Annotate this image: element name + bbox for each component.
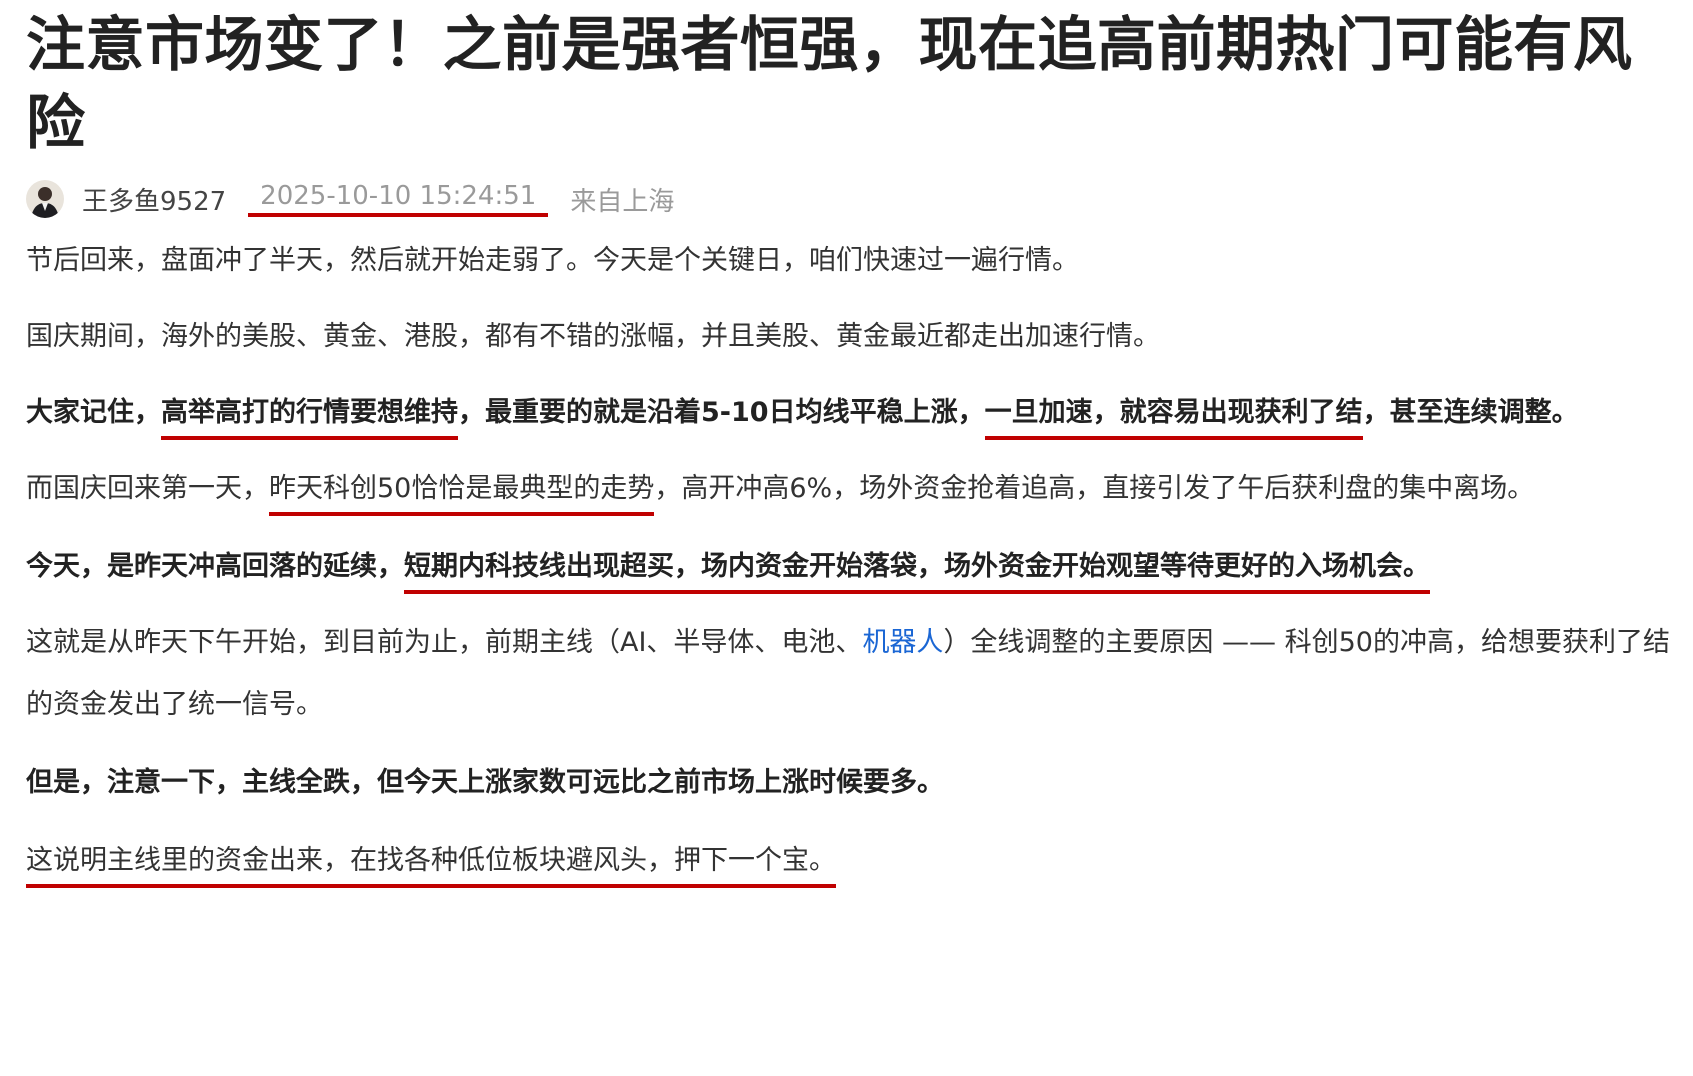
avatar-icon: [26, 180, 64, 218]
paragraph-2: 国庆期间，海外的美股、黄金、港股，都有不错的涨幅，并且美股、黄金最近都走出加速行…: [26, 321, 1160, 352]
author-name[interactable]: 王多鱼9527: [82, 181, 226, 218]
paragraph-4-highlight: 昨天科创50恰恰是最典型的走势: [269, 473, 655, 516]
paragraph-6-text-1: 这就是从昨天下午开始，到目前为止，前期主线（AI、半导体、电池、: [26, 627, 863, 658]
article-meta: 王多鱼9527 2025-10-10 15:24:51 来自上海: [26, 172, 1675, 226]
article-title: 注意市场变了！之前是强者恒强，现在追高前期热门可能有风险: [26, 10, 1633, 157]
robot-topic-link[interactable]: 机器人: [862, 627, 943, 658]
article-page: 注意市场变了！之前是强者恒强，现在追高前期热门可能有风险 王多鱼9527 202…: [0, 0, 1693, 1076]
paragraph-4-text-1: 而国庆回来第一天，: [26, 473, 269, 504]
paragraph-1: 节后回来，盘面冲了半天，然后就开始走弱了。今天是个关键日，咱们快速过一遍行情。: [26, 245, 1079, 276]
paragraph-4-text-2: ，高开冲高6%，场外资金抢着追高，直接引发了午后获利盘的集中离场。: [654, 473, 1535, 504]
paragraph-6: 这就是从昨天下午开始，到目前为止，前期主线（AI、半导体、电池、机器人）全线调整…: [26, 612, 1676, 736]
publish-time: 2025-10-10 15:24:51: [248, 181, 549, 217]
paragraph-5-highlight: 短期内科技线出现超买，场内资金开始落袋，场外资金开始观望等待更好的入场机会。: [404, 551, 1430, 594]
paragraph-3-highlight-2: 一旦加速，就容易出现获利了结: [984, 397, 1363, 440]
paragraph-5-text-1: 今天，是昨天冲高回落的延续，: [26, 551, 404, 582]
paragraph-7: 但是，注意一下，主线全跌，但今天上涨家数可远比之前市场上涨时候要多。: [26, 767, 944, 798]
paragraph-8-highlight: 这说明主线里的资金出来，在找各种低位板块避风头，押下一个宝。: [26, 845, 836, 888]
paragraph-5: 今天，是昨天冲高回落的延续，短期内科技线出现超买，场内资金开始落袋，场外资金开始…: [26, 536, 1676, 598]
paragraph-3-text-2: ，最重要的就是沿着5-10日均线平稳上涨，: [458, 397, 985, 428]
paragraph-3-text-3: ，甚至连续调整。: [1362, 397, 1579, 428]
paragraph-3-highlight-1: 高举高打的行情要想维持: [161, 397, 458, 440]
publish-location: 来自上海: [570, 186, 675, 217]
paragraph-3: 大家记住，高举高打的行情要想维持，最重要的就是沿着5-10日均线平稳上涨，一旦加…: [26, 382, 1676, 444]
author-avatar[interactable]: [26, 180, 64, 218]
paragraph-3-text-1: 大家记住，: [26, 397, 161, 428]
paragraph-4: 而国庆回来第一天，昨天科创50恰恰是最典型的走势，高开冲高6%，场外资金抢着追高…: [26, 458, 1676, 520]
paragraph-8: 这说明主线里的资金出来，在找各种低位板块避风头，押下一个宝。: [26, 830, 1676, 892]
